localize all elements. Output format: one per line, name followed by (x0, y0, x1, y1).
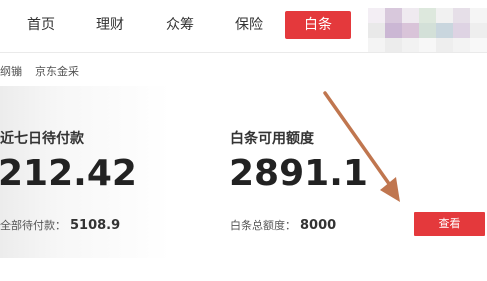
total-due-amount: 5108.9 (70, 218, 121, 233)
total-credit-line: 白条总额度： 8000 (230, 217, 336, 233)
sub-nav: 纲镚 京东金采 (0, 53, 487, 86)
total-due-label: 全部待付款： (0, 219, 66, 232)
blurred-user-area (368, 8, 487, 53)
nav-home[interactable]: 首页 (27, 15, 55, 35)
available-credit-amount: 2891.1 (229, 153, 368, 194)
seven-day-due-amount: 212.42 (0, 153, 137, 194)
nav-baoxian[interactable]: 保险 (235, 15, 263, 35)
page: 首页 理财 众筹 保险 白条 纲镚 京东金采 近七日待付款 212.42 全部待… (0, 0, 487, 281)
available-credit-label: 白条可用额度 (230, 131, 314, 147)
total-credit-amount: 8000 (300, 218, 337, 233)
bottom-strip (0, 258, 487, 281)
subnav-gangbeng[interactable]: 纲镚 (0, 63, 22, 79)
nav-baitiao-active[interactable]: 白条 (285, 11, 351, 39)
nav-zhongchou[interactable]: 众筹 (166, 15, 194, 35)
nav-licai[interactable]: 理财 (96, 15, 124, 35)
view-button[interactable]: 查看 (414, 212, 485, 236)
seven-day-due-label: 近七日待付款 (0, 131, 84, 147)
top-nav: 首页 理财 众筹 保险 白条 (0, 0, 487, 53)
subnav-jingdong-jincai[interactable]: 京东金采 (35, 63, 79, 79)
total-credit-label: 白条总额度： (230, 219, 296, 232)
total-due-line: 全部待付款： 5108.9 (0, 217, 120, 233)
